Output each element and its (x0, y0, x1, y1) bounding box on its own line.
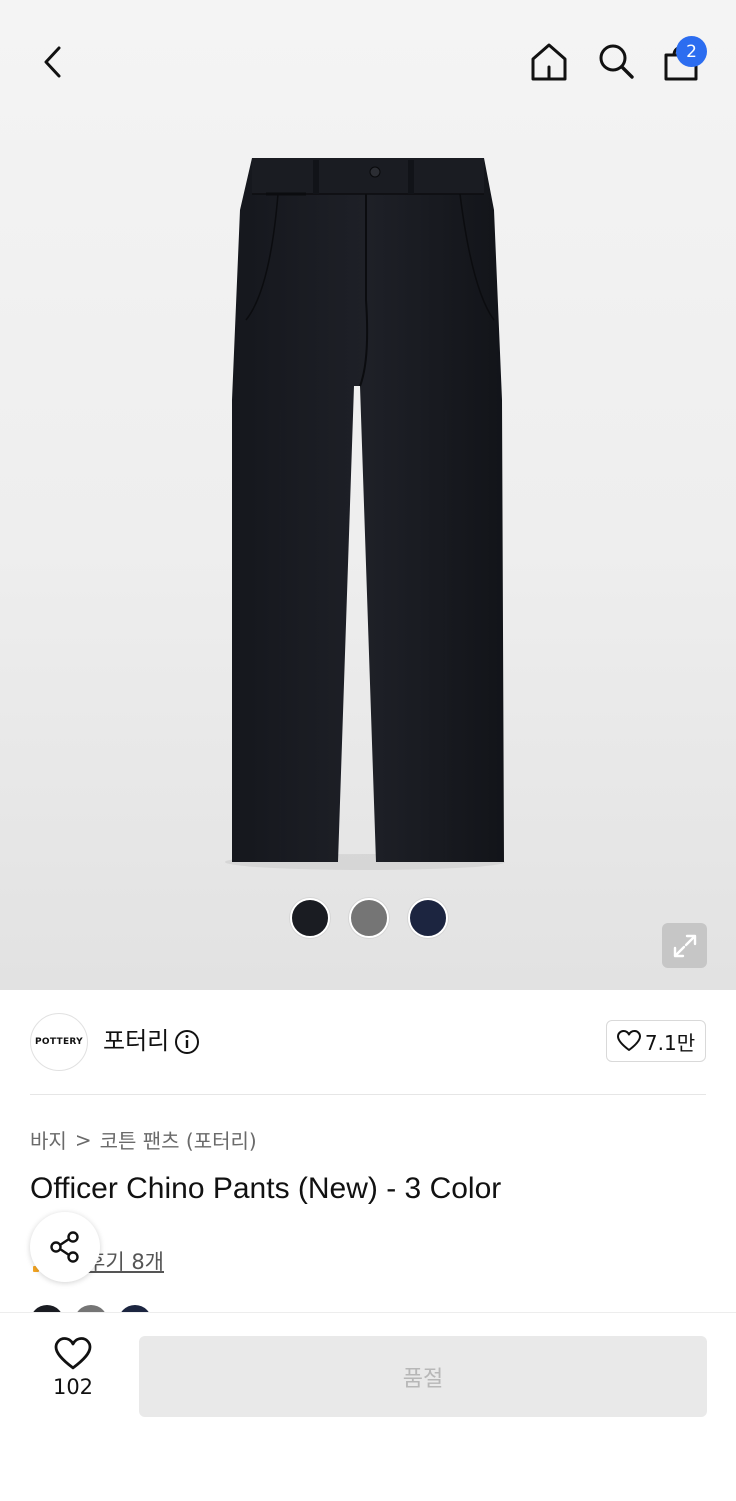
chevron-right-icon: > (74, 1127, 92, 1152)
color-swatches (0, 898, 736, 940)
brand-logo[interactable]: POTTERY (30, 1013, 88, 1071)
brand-name[interactable]: 포터리 (103, 1023, 169, 1059)
breadcrumb: 바지 > 코튼 팬츠 (포터리) (30, 1125, 257, 1154)
wishlist-count: 102 (52, 1375, 94, 1399)
heart-icon (54, 1337, 92, 1370)
heart-icon (616, 1030, 641, 1051)
share-icon (50, 1231, 79, 1263)
home-button[interactable] (524, 36, 574, 86)
brand-like-button[interactable]: 7.1만 (606, 1020, 706, 1062)
share-button[interactable] (30, 1212, 100, 1282)
cart-count-badge: 2 (676, 36, 707, 67)
back-arrow-icon (44, 46, 61, 78)
search-icon (599, 44, 634, 79)
search-button[interactable] (591, 36, 641, 86)
expand-image-button[interactable] (662, 923, 707, 968)
swatch-color-gray[interactable] (349, 898, 389, 938)
brand-logo-text: POTTERY (35, 1037, 83, 1047)
divider (30, 1094, 706, 1095)
bottom-action-bar: 102 품절 (0, 1312, 736, 1501)
swatch-color-black[interactable] (290, 898, 330, 938)
wishlist-button[interactable]: 102 (40, 1337, 106, 1407)
info-icon[interactable] (174, 1029, 200, 1055)
home-icon (531, 43, 567, 81)
breadcrumb-item[interactable]: 바지 (30, 1125, 67, 1154)
swatch-color-navy[interactable] (408, 898, 448, 938)
breadcrumb-item[interactable]: 코튼 팬츠 (포터리) (100, 1125, 257, 1154)
back-button[interactable] (28, 38, 76, 86)
expand-icon (673, 934, 696, 957)
product-photo (225, 158, 505, 870)
product-image-area[interactable]: 2 (0, 0, 736, 990)
brand-like-count: 7.1만 (644, 1030, 696, 1055)
sold-out-button[interactable]: 품절 (139, 1336, 707, 1417)
product-title: Officer Chino Pants (New) - 3 Color (30, 1172, 502, 1205)
